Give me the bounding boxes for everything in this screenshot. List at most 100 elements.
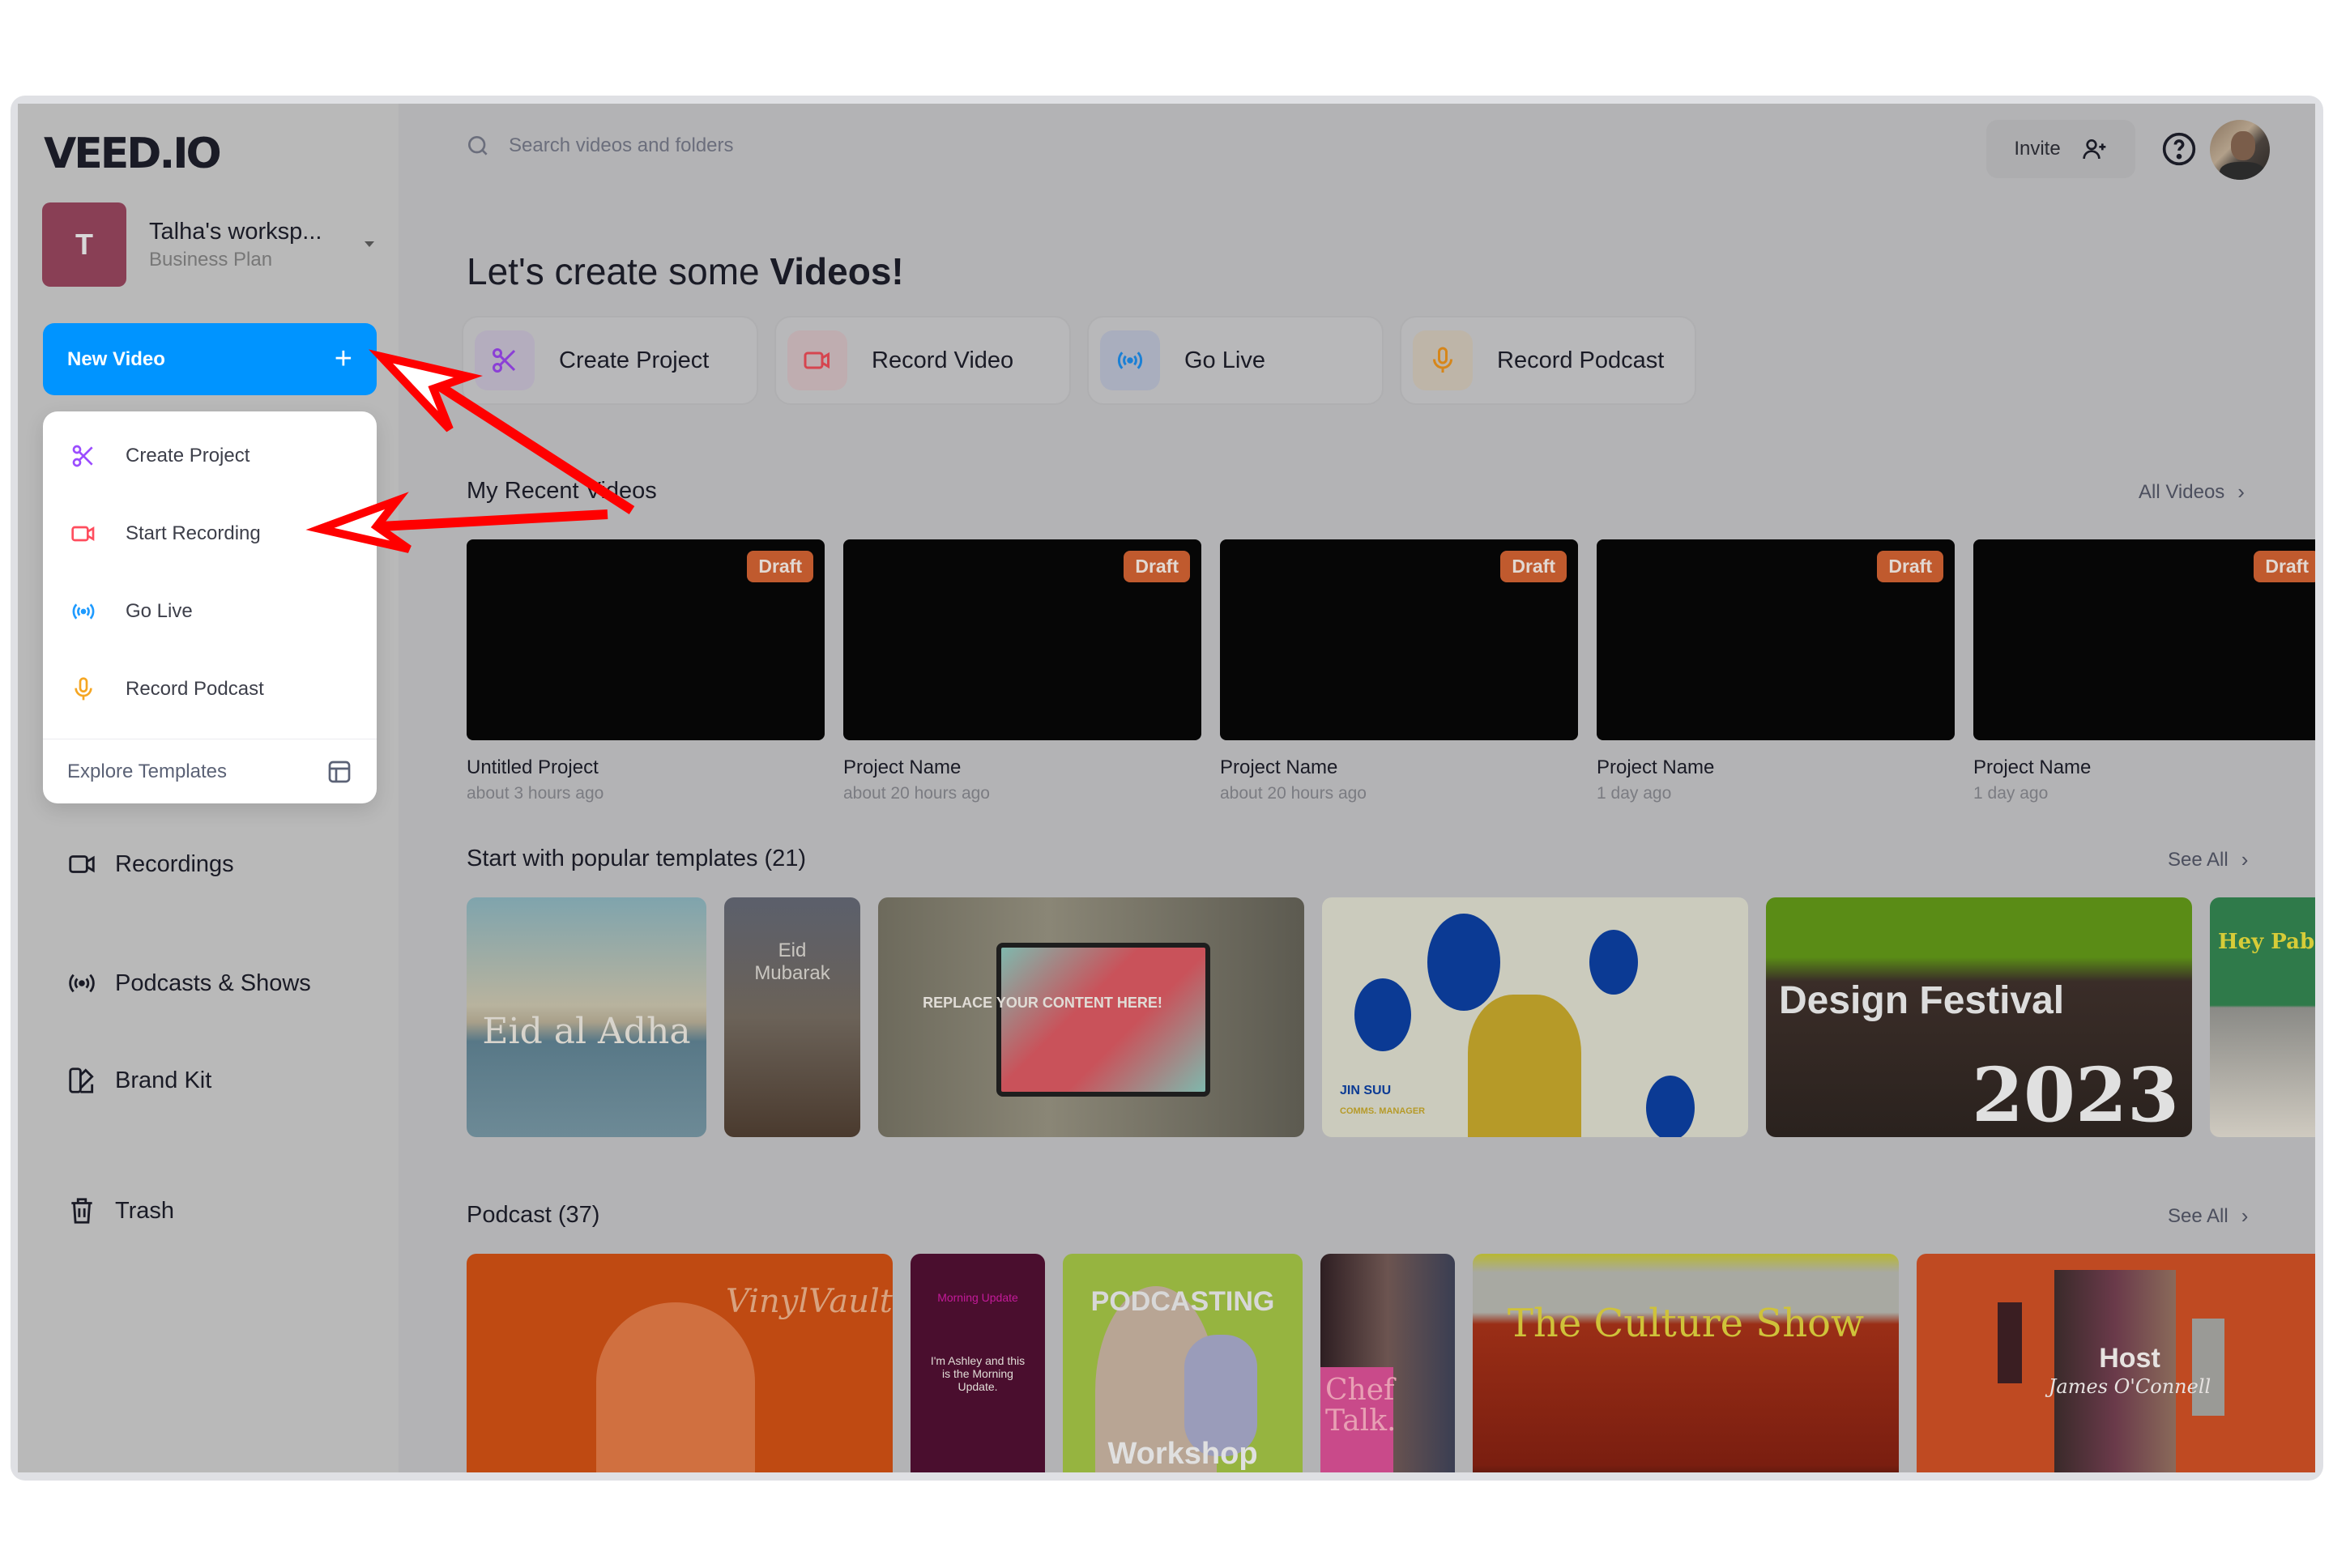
podcast-subtitle: James O'Connell bbox=[2048, 1375, 2211, 1398]
chevron-right-icon: › bbox=[2237, 479, 2245, 504]
template-card[interactable]: REPLACE YOUR CONTENT HERE! bbox=[878, 897, 1304, 1137]
microphone-icon bbox=[75, 677, 92, 701]
new-video-button[interactable]: New Video + bbox=[43, 323, 377, 395]
template-title: Eid Mubarak bbox=[754, 940, 830, 984]
sidebar-item-podcasts-shows[interactable]: Podcasts & Shows bbox=[66, 968, 311, 999]
video-card[interactable]: Draft Project Name about 20 hours ago bbox=[843, 539, 1201, 803]
templates-see-all-link[interactable]: See All › bbox=[2168, 847, 2248, 872]
podcast-card[interactable]: VinylVaults bbox=[467, 1254, 893, 1472]
workspace-plan: Business Plan bbox=[149, 248, 273, 271]
recent-videos-list: Draft Untitled Project about 3 hours ago… bbox=[467, 539, 2315, 803]
podcast-title-text: Host bbox=[2099, 1343, 2160, 1374]
all-videos-link[interactable]: All Videos › bbox=[2139, 479, 2245, 505]
video-camera-icon bbox=[71, 526, 95, 542]
podcast-card[interactable]: Host James O'Connell bbox=[1917, 1254, 2315, 1472]
page-title: Let's create some Videos! bbox=[467, 249, 904, 293]
menu-item-create-project[interactable]: Create Project bbox=[43, 428, 377, 484]
search-input[interactable]: Search videos and folders bbox=[465, 133, 734, 159]
podcast-title-text: VinylVaults bbox=[726, 1283, 893, 1320]
template-card[interactable]: Eid Mubarak bbox=[724, 897, 860, 1137]
scissors-icon bbox=[493, 348, 516, 373]
workspace-avatar: T bbox=[42, 202, 126, 287]
search-icon bbox=[468, 136, 488, 156]
quick-actions: Create Project Record Video Go Live Reco… bbox=[462, 316, 1696, 405]
draft-badge: Draft bbox=[1500, 551, 1567, 582]
sidebar-item-trash[interactable]: Trash bbox=[66, 1195, 174, 1226]
template-card[interactable]: Design Festival 2023 bbox=[1766, 897, 2192, 1137]
page-title-prefix: Let's create some bbox=[467, 250, 770, 292]
caret-down-icon bbox=[365, 241, 374, 247]
video-title: Project Name bbox=[843, 756, 962, 778]
video-thumbnail[interactable]: Draft bbox=[843, 539, 1201, 740]
avatar-face bbox=[2231, 131, 2255, 160]
template-icon bbox=[328, 761, 351, 783]
action-go-live[interactable]: Go Live bbox=[1087, 316, 1384, 405]
veed-logo[interactable]: VEED.IO bbox=[44, 130, 222, 178]
sidebar-item-recordings[interactable]: Recordings bbox=[66, 849, 234, 880]
workspace-name: Talha's worksp... bbox=[149, 218, 322, 245]
main-content: Search videos and folders Invite Let's c… bbox=[399, 104, 2315, 1472]
podcast-title-text: Morning Update bbox=[937, 1291, 1018, 1304]
video-card[interactable]: Draft Untitled Project about 3 hours ago bbox=[467, 539, 825, 803]
recent-videos-title: My Recent Videos bbox=[467, 478, 657, 504]
podcast-card[interactable]: Chef Talk. bbox=[1320, 1254, 1455, 1472]
video-time: 1 day ago bbox=[1973, 784, 2049, 803]
video-thumbnail[interactable]: Draft bbox=[467, 539, 825, 740]
video-title: Untitled Project bbox=[467, 756, 599, 778]
video-time: about 20 hours ago bbox=[1220, 784, 1367, 803]
podcast-card[interactable]: Morning Update I'm Ashley and this is th… bbox=[911, 1254, 1045, 1472]
decor-blob bbox=[1354, 978, 1411, 1051]
question-circle-icon[interactable] bbox=[2161, 131, 2197, 167]
chevron-right-icon: › bbox=[2241, 1204, 2249, 1228]
sidebar-item-brand-kit[interactable]: Brand Kit bbox=[66, 1065, 211, 1096]
action-record-video[interactable]: Record Video bbox=[774, 316, 1071, 405]
video-card[interactable]: Draft Project Name 1 day ago bbox=[1973, 539, 2315, 803]
brand-kit-icon bbox=[69, 1067, 94, 1093]
template-card[interactable]: JIN SUU COMMS. MANAGER bbox=[1322, 897, 1748, 1137]
video-time: about 20 hours ago bbox=[843, 784, 990, 803]
video-title: Project Name bbox=[1220, 756, 1338, 778]
menu-item-record-podcast[interactable]: Record Podcast bbox=[43, 661, 377, 718]
person-figure bbox=[1468, 995, 1581, 1137]
decor-blob bbox=[1646, 1076, 1695, 1137]
new-video-label: New Video bbox=[67, 347, 165, 370]
podcast-see-all-link[interactable]: See All › bbox=[2168, 1204, 2248, 1229]
broadcast-icon bbox=[72, 603, 95, 620]
menu-item-go-live[interactable]: Go Live bbox=[43, 583, 377, 640]
action-label: Go Live bbox=[1184, 347, 1265, 373]
podcast-card[interactable]: PODCASTING Workshop bbox=[1063, 1254, 1303, 1472]
see-all-label: See All bbox=[2168, 848, 2229, 871]
broadcast-icon bbox=[69, 974, 95, 993]
workspace-switcher[interactable]: T Talha's worksp... Business Plan bbox=[42, 202, 374, 287]
action-record-podcast[interactable]: Record Podcast bbox=[1400, 316, 1696, 405]
video-card[interactable]: Draft Project Name 1 day ago bbox=[1597, 539, 1955, 803]
menu-item-start-recording[interactable]: Start Recording bbox=[43, 505, 377, 562]
action-create-project[interactable]: Create Project bbox=[462, 316, 758, 405]
podcast-subtitle: Workshop bbox=[1107, 1437, 1258, 1471]
explore-templates-link[interactable]: Explore Templates bbox=[43, 740, 377, 803]
template-subtitle: 2023 bbox=[1971, 1051, 2179, 1137]
template-card[interactable]: Eid al Adha bbox=[467, 897, 706, 1137]
user-avatar[interactable] bbox=[2210, 120, 2270, 180]
menu-item-label: Go Live bbox=[126, 600, 193, 622]
search-placeholder: Search videos and folders bbox=[509, 134, 734, 156]
avatar-body bbox=[2220, 162, 2265, 180]
new-video-menu: Create Project Start Recording Go Live R… bbox=[43, 411, 377, 803]
template-card[interactable]: Hey Pablo bbox=[2210, 897, 2315, 1137]
video-thumbnail[interactable]: Draft bbox=[1597, 539, 1955, 740]
all-videos-label: All Videos bbox=[2139, 480, 2225, 503]
template-title: Eid al Adha bbox=[482, 1011, 691, 1052]
video-card[interactable]: Draft Project Name about 20 hours ago bbox=[1220, 539, 1578, 803]
video-thumbnail[interactable]: Draft bbox=[1973, 539, 2315, 740]
template-subtitle: COMMS. MANAGER bbox=[1340, 1106, 1426, 1116]
podcast-title-text: Chef Talk. bbox=[1325, 1374, 1397, 1438]
video-thumbnail[interactable]: Draft bbox=[1220, 539, 1578, 740]
podcast-subtitle: I'm Ashley and this is the Morning Updat… bbox=[930, 1354, 1026, 1393]
template-title: Design Festival bbox=[1779, 979, 2065, 1022]
invite-button[interactable]: Invite bbox=[1986, 120, 2135, 178]
app-window: VEED.IO T Talha's worksp... Business Pla… bbox=[18, 104, 2315, 1472]
podcast-card[interactable]: The Culture Show bbox=[1473, 1254, 1899, 1472]
template-title: JIN SUU bbox=[1340, 1084, 1392, 1097]
templates-title: Start with popular templates (21) bbox=[467, 846, 807, 871]
action-label: Record Video bbox=[872, 347, 1014, 373]
